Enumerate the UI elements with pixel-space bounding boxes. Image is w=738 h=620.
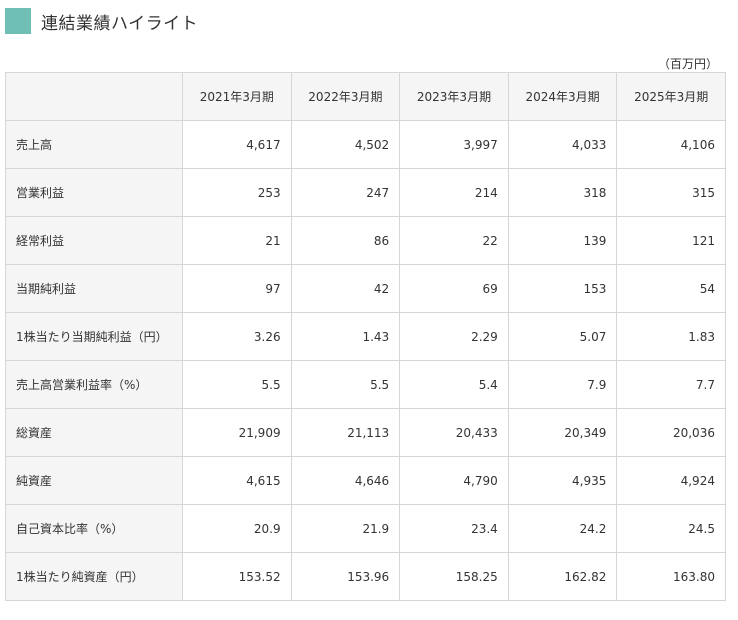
value-cell: 4,502 — [290, 120, 401, 169]
value-cell: 97 — [182, 264, 292, 313]
value-cell: 24.5 — [616, 504, 726, 553]
row-label: 1株当たり純資産（円） — [5, 552, 183, 601]
value-cell: 4,617 — [182, 120, 292, 169]
value-cell: 20.9 — [182, 504, 292, 553]
column-header: 2024年3月期 — [507, 72, 618, 121]
table-row: 当期純利益 97 42 69 153 54 — [5, 264, 726, 313]
value-cell: 7.9 — [507, 360, 618, 409]
value-cell: 5.5 — [290, 360, 401, 409]
value-cell: 162.82 — [507, 552, 618, 601]
value-cell: 1.83 — [616, 312, 726, 361]
value-cell: 5.5 — [182, 360, 292, 409]
row-label: 営業利益 — [5, 168, 183, 217]
column-header: 2022年3月期 — [290, 72, 401, 121]
table-row: 売上高営業利益率（%） 5.5 5.5 5.4 7.9 7.7 — [5, 360, 726, 409]
row-label: 1株当たり当期純利益（円） — [5, 312, 183, 361]
row-label: 当期純利益 — [5, 264, 183, 313]
value-cell: 5.4 — [399, 360, 509, 409]
value-cell: 253 — [182, 168, 292, 217]
value-cell: 3,997 — [399, 120, 509, 169]
value-cell: 42 — [290, 264, 401, 313]
value-cell: 21.9 — [290, 504, 401, 553]
value-cell: 23.4 — [399, 504, 509, 553]
table-row: 売上高 4,617 4,502 3,997 4,033 4,106 — [5, 120, 726, 169]
value-cell: 4,924 — [616, 456, 726, 505]
unit-label: （百万円） — [657, 57, 718, 71]
table-row: 1株当たり純資産（円） 153.52 153.96 158.25 162.82 163.8… — [5, 552, 726, 601]
table-row: 自己資本比率（%） 20.9 21.9 23.4 24.2 24.5 — [5, 504, 726, 553]
row-label: 総資産 — [5, 408, 183, 457]
value-cell: 4,935 — [507, 456, 618, 505]
value-cell: 2.29 — [399, 312, 509, 361]
value-cell: 214 — [399, 168, 509, 217]
value-cell: 54 — [616, 264, 726, 313]
section-header: 連結業績ハイライト — [5, 8, 198, 34]
value-cell: 4,615 — [182, 456, 292, 505]
value-cell: 139 — [507, 216, 618, 265]
value-cell: 21,909 — [182, 408, 292, 457]
value-cell: 4,033 — [507, 120, 618, 169]
row-label: 自己資本比率（%） — [5, 504, 183, 553]
column-header: 2023年3月期 — [399, 72, 509, 121]
value-cell: 20,433 — [399, 408, 509, 457]
value-cell: 121 — [616, 216, 726, 265]
value-cell: 315 — [616, 168, 726, 217]
value-cell: 153 — [507, 264, 618, 313]
column-header: 2021年3月期 — [182, 72, 292, 121]
value-cell: 4,106 — [616, 120, 726, 169]
row-label: 経常利益 — [5, 216, 183, 265]
table-row: 純資産 4,615 4,646 4,790 4,935 4,924 — [5, 456, 726, 505]
table-row: 1株当たり当期純利益（円） 3.26 1.43 2.29 5.07 1.83 — [5, 312, 726, 361]
table-header-row: 2021年3月期 2022年3月期 2023年3月期 2024年3月期 2025… — [5, 72, 726, 121]
value-cell: 153.96 — [290, 552, 401, 601]
value-cell: 24.2 — [507, 504, 618, 553]
value-cell: 22 — [399, 216, 509, 265]
table-row: 営業利益 253 247 214 318 315 — [5, 168, 726, 217]
value-cell: 20,036 — [616, 408, 726, 457]
value-cell: 318 — [507, 168, 618, 217]
value-cell: 7.7 — [616, 360, 726, 409]
value-cell: 20,349 — [507, 408, 618, 457]
table-row: 経常利益 21 86 22 139 121 — [5, 216, 726, 265]
section-title: 連結業績ハイライト — [41, 13, 199, 34]
value-cell: 153.52 — [182, 552, 292, 601]
section-accent-marker — [5, 8, 31, 34]
table-corner-cell — [5, 72, 183, 121]
value-cell: 4,790 — [399, 456, 509, 505]
value-cell: 158.25 — [399, 552, 509, 601]
financial-highlights-table: 2021年3月期 2022年3月期 2023年3月期 2024年3月期 2025… — [5, 72, 726, 601]
row-label: 売上高営業利益率（%） — [5, 360, 183, 409]
value-cell: 86 — [290, 216, 401, 265]
value-cell: 21,113 — [290, 408, 401, 457]
value-cell: 163.80 — [616, 552, 726, 601]
table-row: 総資産 21,909 21,113 20,433 20,349 20,036 — [5, 408, 726, 457]
value-cell: 247 — [290, 168, 401, 217]
value-cell: 1.43 — [290, 312, 401, 361]
row-label: 売上高 — [5, 120, 183, 169]
value-cell: 69 — [399, 264, 509, 313]
value-cell: 4,646 — [290, 456, 401, 505]
value-cell: 5.07 — [507, 312, 618, 361]
value-cell: 3.26 — [182, 312, 292, 361]
column-header: 2025年3月期 — [616, 72, 726, 121]
row-label: 純資産 — [5, 456, 183, 505]
value-cell: 21 — [182, 216, 292, 265]
